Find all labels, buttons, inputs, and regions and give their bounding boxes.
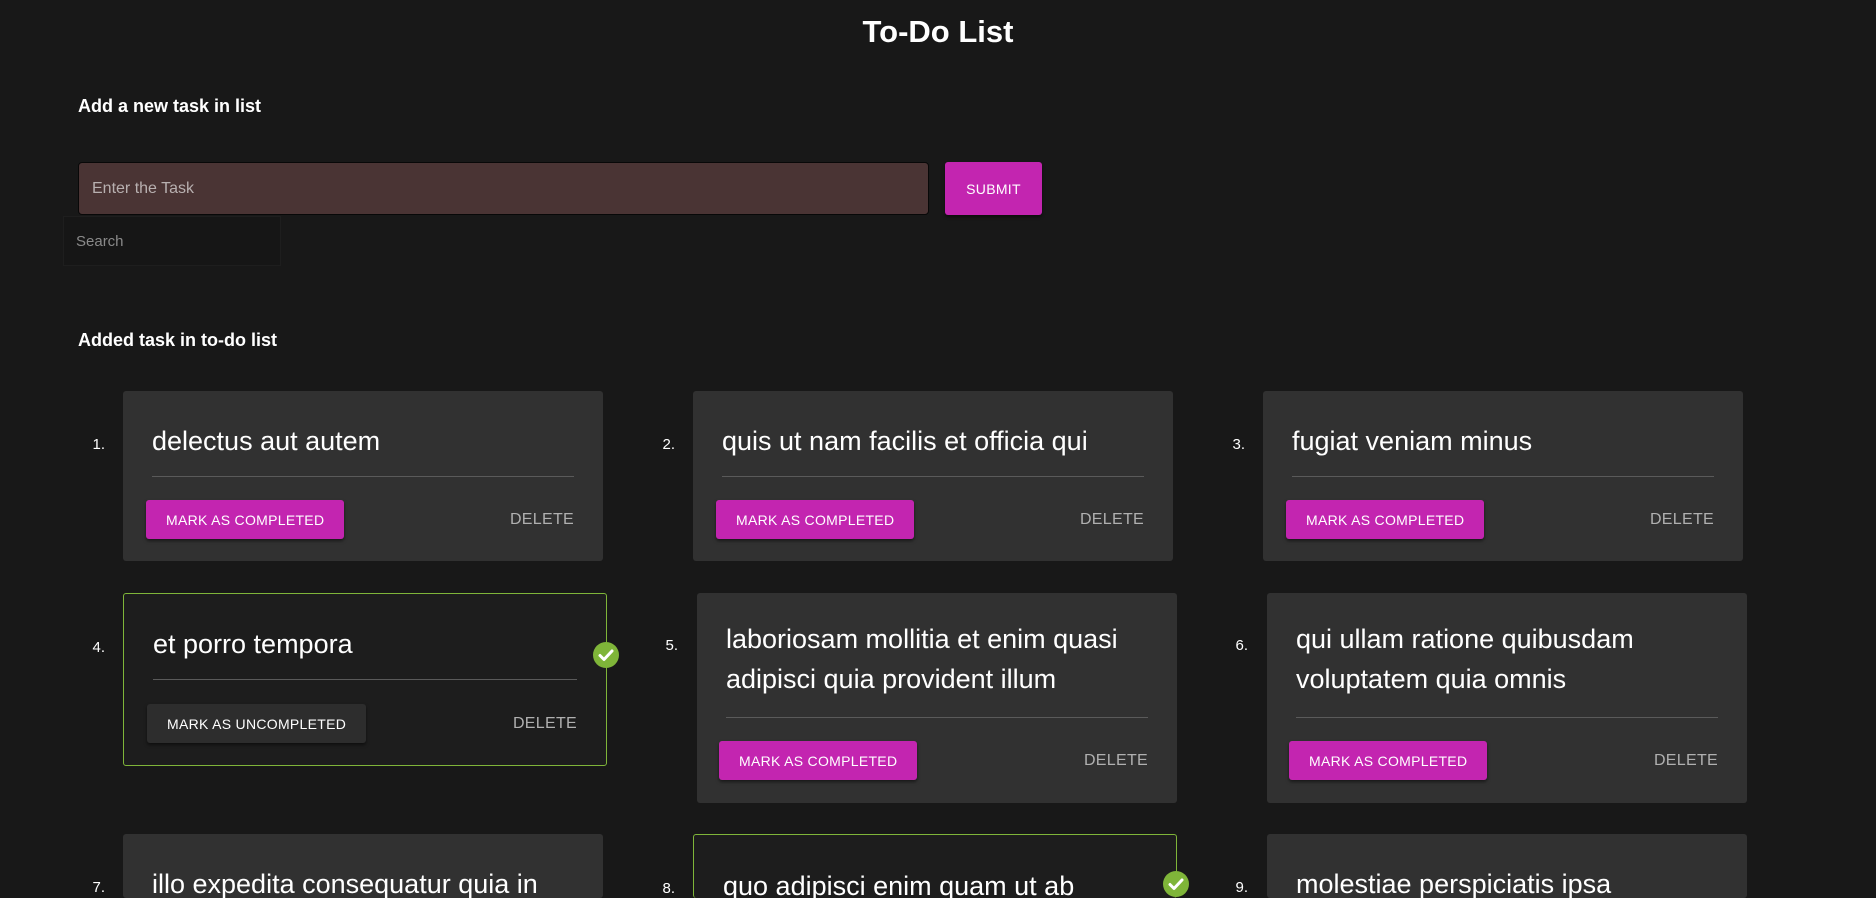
task-card: fugiat veniam minus MARK AS COMPLETED DE… [1263, 391, 1743, 561]
divider [1292, 476, 1714, 477]
divider [152, 476, 574, 477]
divider [1296, 717, 1718, 718]
divider [726, 717, 1148, 718]
task-text: delectus aut autem [152, 426, 381, 456]
task-number: 6. [1235, 637, 1248, 654]
delete-button[interactable]: DELETE [1650, 500, 1714, 539]
task-text: et porro tempora [153, 629, 353, 659]
task-text: illo expedita consequatur quia in [152, 869, 538, 898]
task-list-heading: Added task in to-do list [78, 330, 278, 350]
delete-button[interactable]: DELETE [510, 500, 574, 539]
task-card: delectus aut autem MARK AS COMPLETED DEL… [123, 391, 603, 561]
delete-button[interactable]: DELETE [1084, 741, 1148, 780]
mark-completed-button[interactable]: MARK AS COMPLETED [716, 500, 915, 539]
delete-button[interactable]: DELETE [1080, 500, 1144, 539]
task-text: fugiat veniam minus [1292, 426, 1533, 456]
mark-completed-button[interactable]: MARK AS COMPLETED [146, 500, 345, 539]
task-text: quis ut nam facilis et officia qui [722, 426, 1088, 456]
task-text: molestiae perspiciatis ipsa [1296, 869, 1612, 898]
divider [153, 679, 577, 680]
task-number: 2. [662, 436, 675, 453]
add-task-heading: Add a new task in list [78, 96, 262, 116]
mark-completed-button[interactable]: MARK AS COMPLETED [1286, 500, 1485, 539]
task-number: 1. [92, 436, 105, 453]
task-card: laboriosam mollitia et enim quasi adipis… [697, 593, 1177, 803]
submit-button[interactable]: SUBMIT [945, 162, 1042, 215]
task-number: 4. [92, 639, 105, 656]
task-number: 5. [665, 637, 678, 654]
check-circle-icon [593, 641, 619, 668]
delete-button[interactable]: DELETE [513, 704, 577, 743]
mark-completed-button[interactable]: MARK AS COMPLETED [719, 741, 918, 780]
task-number: 3. [1232, 436, 1245, 453]
task-text: laboriosam mollitia et enim quasi adipis… [726, 624, 1118, 694]
page-title: To-Do List [862, 14, 1014, 49]
check-circle-icon [1163, 871, 1189, 897]
task-card: illo expedita consequatur quia in [123, 834, 603, 898]
task-number: 9. [1235, 879, 1248, 896]
task-text: qui ullam ratione quibusdam voluptatem q… [1296, 624, 1634, 694]
task-card-completed: quo adipisci enim quam ut ab [693, 834, 1189, 898]
todo-app: To-Do List Add a new task in list SUBMIT… [0, 0, 1876, 898]
divider [722, 476, 1144, 477]
mark-completed-button[interactable]: MARK AS COMPLETED [1289, 741, 1488, 780]
task-input[interactable] [78, 162, 929, 215]
task-card: quis ut nam facilis et officia qui MARK … [693, 391, 1173, 561]
mark-uncompleted-button[interactable]: MARK AS UNCOMPLETED [147, 704, 367, 743]
task-card-completed: et porro tempora MARK AS UNCOMPLETED DEL… [123, 593, 619, 766]
task-number: 7. [92, 879, 105, 896]
task-card: qui ullam ratione quibusdam voluptatem q… [1267, 593, 1747, 803]
delete-button[interactable]: DELETE [1654, 741, 1718, 780]
task-number: 8. [662, 880, 675, 897]
task-text: quo adipisci enim quam ut ab [723, 871, 1075, 898]
task-card: molestiae perspiciatis ipsa [1267, 834, 1747, 898]
search-input[interactable] [63, 216, 281, 266]
